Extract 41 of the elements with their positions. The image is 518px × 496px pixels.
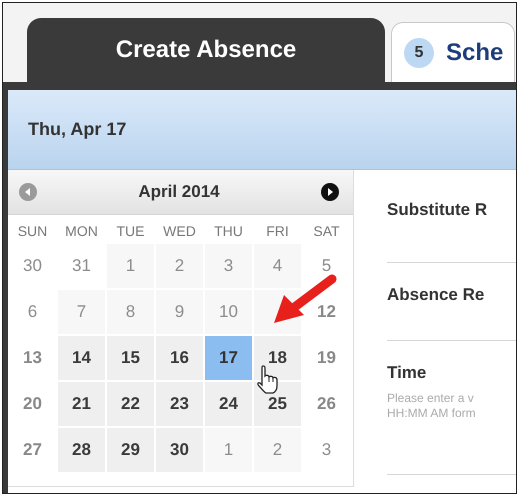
day-cell[interactable]: 10 xyxy=(204,289,253,335)
day-cell[interactable]: 14 xyxy=(57,335,106,381)
day-cell[interactable]: 9 xyxy=(155,289,204,335)
next-month-button[interactable] xyxy=(320,183,339,201)
day-cell[interactable]: 15 xyxy=(106,335,155,381)
tab[interactable]: 5 Sche xyxy=(391,22,515,82)
day-cell[interactable]: 4 xyxy=(253,243,302,289)
tab-label: Sche xyxy=(446,38,504,66)
field-label: Absence Re xyxy=(387,285,486,305)
day-cell[interactable]: 1 xyxy=(204,427,253,473)
day-cell[interactable]: 3 xyxy=(204,243,253,289)
hand-cursor-icon xyxy=(256,365,280,395)
day-cell[interactable]: 29 xyxy=(106,427,155,473)
weekday-label: MON xyxy=(64,223,99,239)
day-cell[interactable]: 17 xyxy=(204,335,253,381)
hint-text: HH:MM AM form xyxy=(387,406,477,421)
field-label: Substitute R xyxy=(387,200,488,220)
weekday-label: WED xyxy=(162,223,197,239)
date-header: Thu, Apr 17 xyxy=(8,90,516,170)
weekday-label: SUN xyxy=(16,223,48,239)
day-cell[interactable]: 1 xyxy=(106,243,155,289)
day-cell[interactable]: 23 xyxy=(155,381,204,427)
weekday-label: TUE xyxy=(116,223,146,239)
day-cell[interactable]: 28 xyxy=(57,427,106,473)
day-cell[interactable]: 7 xyxy=(57,289,106,335)
weekday-label: FRI xyxy=(265,223,290,239)
weekday-label: SAT xyxy=(312,223,341,239)
day-cell[interactable]: 8 xyxy=(106,289,155,335)
day-cell[interactable]: 16 xyxy=(155,335,204,381)
hint-text: Please enter a v xyxy=(387,391,475,406)
day-cell[interactable]: 22 xyxy=(106,381,155,427)
day-cell[interactable]: 21 xyxy=(57,381,106,427)
day-cell[interactable]: 2 xyxy=(253,427,302,473)
weekday-label: THU xyxy=(213,223,244,239)
field-label: Time xyxy=(387,363,428,383)
month-title: April 2014 xyxy=(138,182,220,202)
day-cell[interactable]: 24 xyxy=(204,381,253,427)
day-cell[interactable]: 2 xyxy=(155,243,204,289)
day-cell[interactable]: 30 xyxy=(155,427,204,473)
tab[interactable]: Create Absence xyxy=(27,18,385,82)
count-badge: 5 xyxy=(404,38,434,68)
